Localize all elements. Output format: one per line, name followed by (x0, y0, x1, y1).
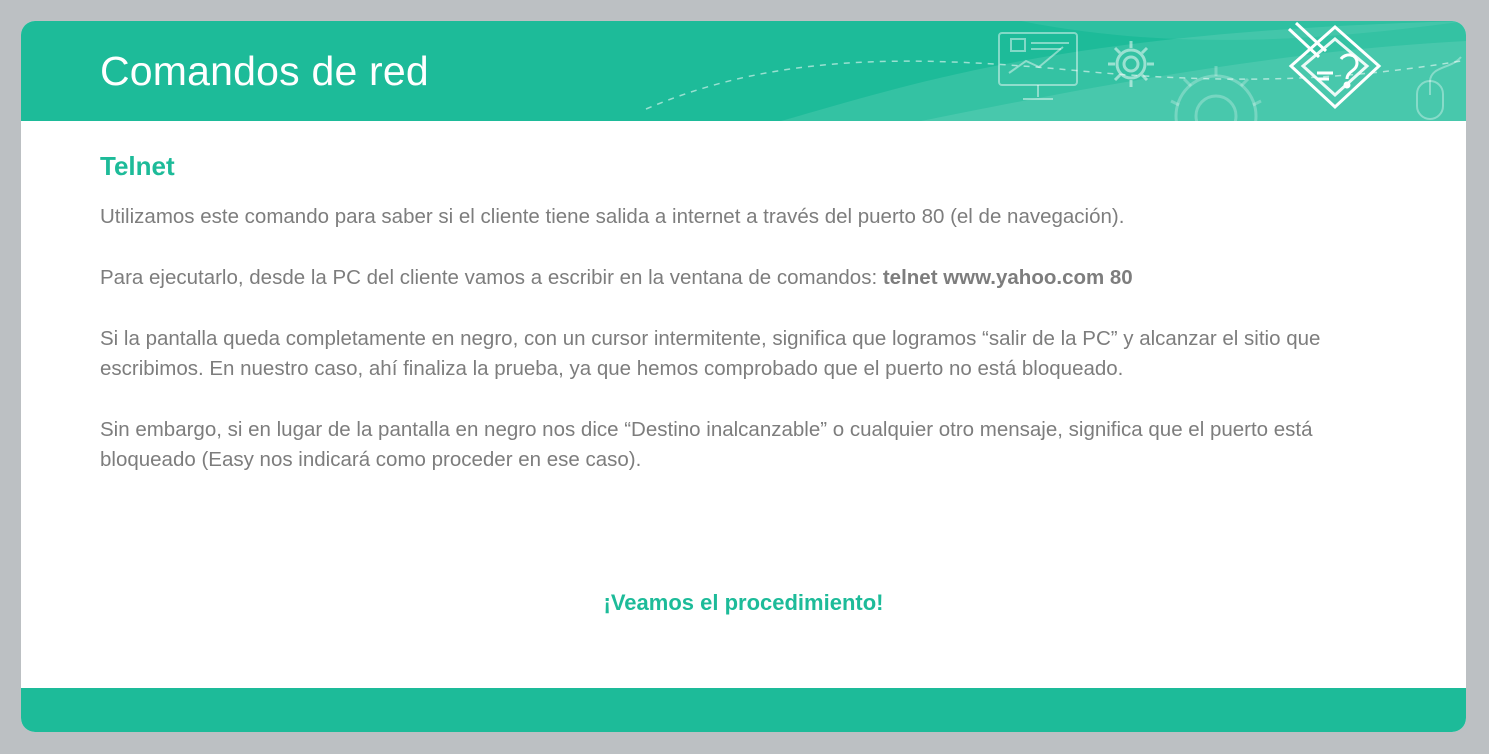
paragraph-execute-text: Para ejecutarlo, desde la PC del cliente… (100, 266, 883, 290)
slide: Comandos de red Telnet Utilizamos este c… (21, 21, 1466, 732)
paragraph-execute: Para ejecutarlo, desde la PC del cliente… (100, 263, 1400, 293)
paragraph-success: Si la pantalla queda completamente en ne… (100, 327, 1321, 381)
section-heading: Telnet (100, 151, 175, 181)
page-title: Comandos de red (100, 48, 429, 94)
call-to-action: ¡Veamos el procedimiento! (603, 590, 884, 615)
header-banner: Comandos de red (21, 21, 1466, 121)
content-area: Telnet Utilizamos este comando para sabe… (100, 151, 1400, 475)
telnet-command: telnet www.yahoo.com 80 (882, 266, 1133, 290)
footer-bar (21, 688, 1466, 732)
paragraph-purpose: Utilizamos este comando para saber si el… (100, 205, 1125, 229)
paragraph-blocked: Sin embargo, si en lugar de la pantalla … (100, 418, 1313, 472)
